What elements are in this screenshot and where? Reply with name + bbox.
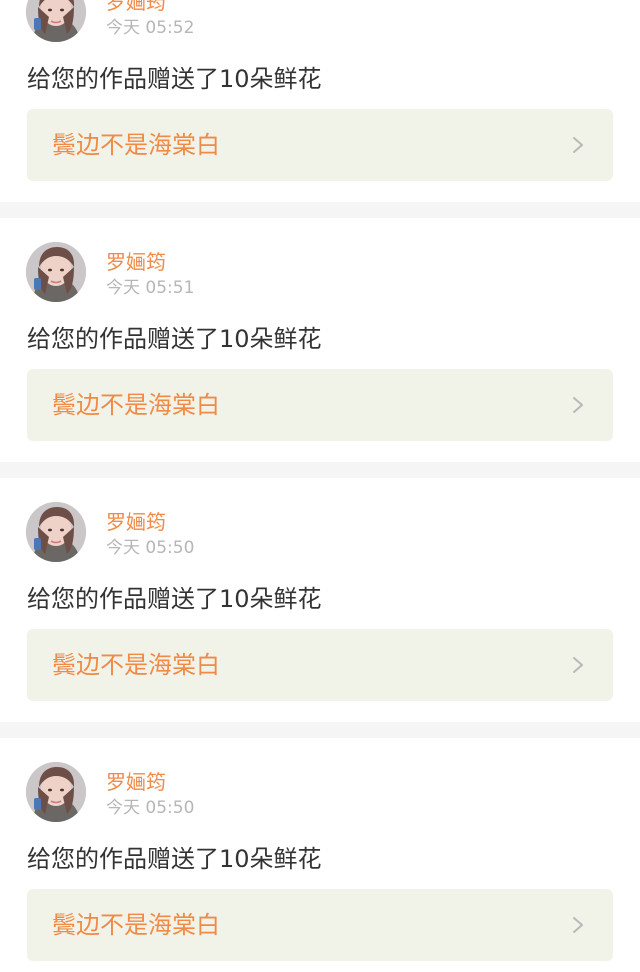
notification-card: 罗婳筠 今天 05:50 给您的作品赠送了10朵鲜花 鬓边不是海棠白 — [0, 738, 640, 972]
avatar[interactable] — [26, 762, 86, 822]
timestamp: 今天 05:52 — [106, 18, 195, 38]
work-title: 鬓边不是海棠白 — [52, 651, 220, 679]
avatar[interactable] — [26, 242, 86, 302]
avatar-photo — [26, 0, 86, 42]
avatar[interactable] — [26, 502, 86, 562]
timestamp: 今天 05:50 — [106, 798, 195, 818]
chevron-right-icon — [571, 135, 585, 155]
work-link-card[interactable]: 鬓边不是海棠白 — [27, 889, 613, 961]
gift-message: 给您的作品赠送了10朵鲜花 — [27, 325, 322, 353]
username[interactable]: 罗婳筠 — [106, 770, 166, 794]
gift-message: 给您的作品赠送了10朵鲜花 — [27, 585, 322, 613]
username[interactable]: 罗婳筠 — [106, 0, 166, 14]
work-link-card[interactable]: 鬓边不是海棠白 — [27, 109, 613, 181]
timestamp: 今天 05:50 — [106, 538, 195, 558]
work-title: 鬓边不是海棠白 — [52, 911, 220, 939]
chevron-right-icon — [571, 395, 585, 415]
work-title: 鬓边不是海棠白 — [52, 131, 220, 159]
notification-card: 罗婳筠 今天 05:52 给您的作品赠送了10朵鲜花 鬓边不是海棠白 — [0, 0, 640, 202]
avatar-photo — [26, 242, 86, 302]
avatar-photo — [26, 502, 86, 562]
notification-card: 罗婳筠 今天 05:51 给您的作品赠送了10朵鲜花 鬓边不是海棠白 — [0, 218, 640, 462]
timestamp: 今天 05:51 — [106, 278, 195, 298]
card-separator — [0, 722, 640, 738]
username[interactable]: 罗婳筠 — [106, 510, 166, 534]
avatar-photo — [26, 762, 86, 822]
gift-message: 给您的作品赠送了10朵鲜花 — [27, 845, 322, 873]
work-link-card[interactable]: 鬓边不是海棠白 — [27, 629, 613, 701]
card-separator — [0, 462, 640, 478]
username[interactable]: 罗婳筠 — [106, 250, 166, 274]
gift-notification-feed: 罗婳筠 今天 05:52 给您的作品赠送了10朵鲜花 鬓边不是海棠白 罗婳筠 今… — [0, 0, 640, 972]
chevron-right-icon — [571, 655, 585, 675]
chevron-right-icon — [571, 915, 585, 935]
notification-card: 罗婳筠 今天 05:50 给您的作品赠送了10朵鲜花 鬓边不是海棠白 — [0, 478, 640, 722]
gift-message: 给您的作品赠送了10朵鲜花 — [27, 65, 322, 93]
card-separator — [0, 202, 640, 218]
work-title: 鬓边不是海棠白 — [52, 391, 220, 419]
work-link-card[interactable]: 鬓边不是海棠白 — [27, 369, 613, 441]
avatar[interactable] — [26, 0, 86, 42]
